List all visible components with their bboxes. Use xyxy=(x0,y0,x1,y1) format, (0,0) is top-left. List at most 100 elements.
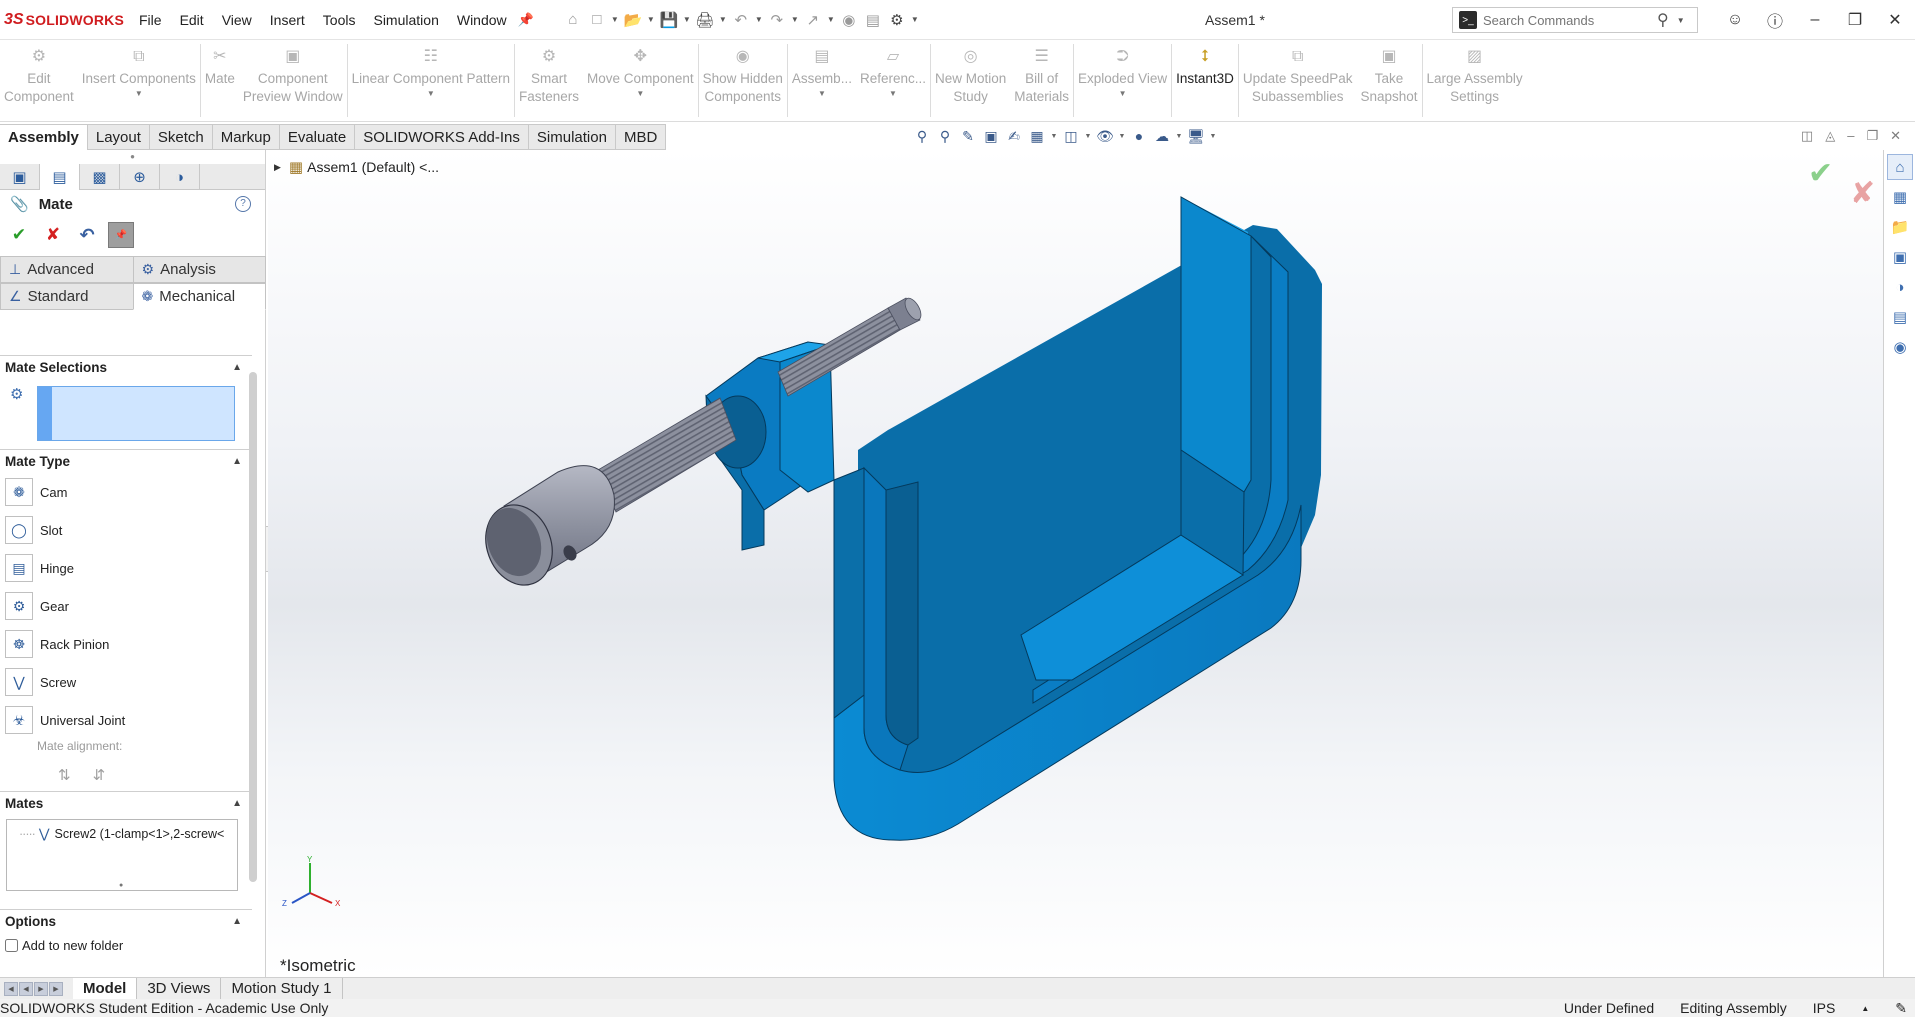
ribbon-button-instant3d[interactable]: ⭥ Instant3D xyxy=(1172,40,1238,121)
chevron-down-icon[interactable]: ▼ xyxy=(889,90,897,98)
prev-tab-arrow-icon[interactable]: ◀ xyxy=(19,981,33,996)
mate-type-rack-pinion[interactable]: ☸ Rack Pinion xyxy=(0,625,252,663)
status-units-arrow-icon[interactable]: ▲ xyxy=(1861,1004,1869,1013)
chevron-down-icon[interactable]: ▼ xyxy=(1119,90,1127,98)
ribbon-button-motion-study[interactable]: ◎ New Motion Study xyxy=(931,40,1010,121)
configuration-manager-tab-icon[interactable]: ▩ xyxy=(80,164,120,190)
ribbon-button-speedpak[interactable]: ⧉ Update SpeedPak Subassemblies xyxy=(1239,40,1357,121)
file-explorer-icon[interactable]: 📁 xyxy=(1887,214,1913,240)
panel-grip[interactable]: ● xyxy=(0,150,265,164)
ribbon-button-insert-components[interactable]: ⧉ Insert Components ▼ xyxy=(78,40,200,121)
view-settings-arrow[interactable]: ▼ xyxy=(1209,133,1217,140)
view-settings-icon[interactable]: 🖥 xyxy=(1186,126,1206,146)
viewport-prev-icon[interactable]: ◫ xyxy=(1801,128,1813,144)
appearances-icon[interactable]: ◑ xyxy=(1887,274,1913,300)
save-icon[interactable]: 💾 xyxy=(658,9,680,31)
ribbon-button-show-hidden[interactable]: ◉ Show Hidden Components xyxy=(699,40,787,121)
help-icon[interactable]: ⓘ xyxy=(1755,8,1795,32)
options-gear-icon[interactable]: ⚙ xyxy=(886,9,908,31)
aligned-icon[interactable]: ⇅ xyxy=(58,766,71,784)
undo-button[interactable]: ↶ xyxy=(74,222,100,248)
ribbon-button-preview-window[interactable]: ▣ Component Preview Window xyxy=(239,40,347,121)
mate-type-screw[interactable]: ⋁ Screw xyxy=(0,663,252,701)
mates-list[interactable]: ····· ⋁ Screw2 (1-clamp<1>,2-screw< ● xyxy=(6,819,238,891)
file-properties-icon[interactable]: ▤ xyxy=(862,9,884,31)
tab-evaluate[interactable]: Evaluate xyxy=(279,124,356,150)
menu-simulation[interactable]: Simulation xyxy=(364,12,447,28)
tab-mbd[interactable]: MBD xyxy=(615,124,667,150)
tab-analysis[interactable]: ⚙ Analysis xyxy=(132,256,266,283)
tab-standard[interactable]: ∠ Standard xyxy=(0,283,134,310)
chevron-down-icon[interactable]: ▼ xyxy=(135,90,143,98)
mate-selections-header[interactable]: Mate Selections ▲ xyxy=(0,355,252,379)
ribbon-button-bom[interactable]: ☰ Bill of Materials xyxy=(1010,40,1073,121)
options-dropdown-arrow[interactable]: ▼ xyxy=(910,15,920,24)
list-item[interactable]: ····· ⋁ Screw2 (1-clamp<1>,2-screw< xyxy=(19,826,224,842)
restore-button[interactable]: ❐ xyxy=(1835,10,1875,30)
menu-insert[interactable]: Insert xyxy=(261,12,314,28)
mate-type-cam[interactable]: ❁ Cam xyxy=(0,473,252,511)
undo-dropdown-arrow[interactable]: ▼ xyxy=(754,15,764,24)
pm-help-icon[interactable]: ? xyxy=(235,196,251,212)
search-commands-box[interactable]: >_ ⚲ ▼ xyxy=(1452,7,1698,33)
status-units[interactable]: IPS xyxy=(1813,1000,1836,1016)
menu-edit[interactable]: Edit xyxy=(171,12,213,28)
options-header[interactable]: Options ▲ xyxy=(0,909,252,933)
search-icon[interactable]: ⚲ xyxy=(1657,10,1669,30)
ribbon-button-edit-component[interactable]: ⚙ Edit Component xyxy=(0,40,78,121)
home-icon[interactable]: ⌂ xyxy=(562,9,584,31)
close-button[interactable]: ✕ xyxy=(1875,10,1915,30)
dimxpert-manager-tab-icon[interactable]: ⊕ xyxy=(120,164,160,190)
tab-simulation[interactable]: Simulation xyxy=(528,124,616,150)
viewport-next-icon[interactable]: ◬ xyxy=(1825,128,1835,144)
rebuild-icon[interactable]: ◉ xyxy=(838,9,860,31)
display-style-icon[interactable]: ◫ xyxy=(1061,126,1081,146)
solidworks-logo[interactable]: 3S SOLIDWORKS xyxy=(0,11,130,29)
chevron-down-icon[interactable]: ▼ xyxy=(636,90,644,98)
view-orientation-icon[interactable]: ▦ xyxy=(1027,126,1047,146)
hide-show-icon[interactable]: 👁 xyxy=(1095,126,1115,146)
tab-mechanical[interactable]: ❁ Mechanical xyxy=(132,283,266,310)
chevron-down-icon[interactable]: ▼ xyxy=(427,90,435,98)
ribbon-button-large-assembly[interactable]: ▨ Large Assembly Settings xyxy=(1423,40,1527,121)
mate-type-gear[interactable]: ⚙ Gear xyxy=(0,587,252,625)
ribbon-button-linear-pattern[interactable]: ☷ Linear Component Pattern ▼ xyxy=(348,40,514,121)
view-orientation-arrow[interactable]: ▼ xyxy=(1050,133,1058,140)
new-document-icon[interactable]: □ xyxy=(586,9,608,31)
tab-motion-study[interactable]: Motion Study 1 xyxy=(221,977,343,1000)
ribbon-button-move-component[interactable]: ✥ Move Component ▼ xyxy=(583,40,698,121)
scene-arrow[interactable]: ▼ xyxy=(1175,133,1183,140)
tab-advanced[interactable]: ⊥ Advanced xyxy=(0,256,134,283)
new-dropdown-arrow[interactable]: ▼ xyxy=(610,15,620,24)
view-palette-icon[interactable]: ▣ xyxy=(1887,244,1913,270)
menu-file[interactable]: File xyxy=(130,12,171,28)
mate-type-slot[interactable]: ◯ Slot xyxy=(0,511,252,549)
viewport-close-button[interactable]: ✕ xyxy=(1890,128,1901,144)
solidworks-forum-icon[interactable]: ◉ xyxy=(1887,334,1913,360)
collapse-chevron-icon[interactable]: ▲ xyxy=(232,456,242,467)
open-folder-icon[interactable]: 📂 xyxy=(622,9,644,31)
mate-type-universal-joint[interactable]: ☣ Universal Joint xyxy=(0,701,252,739)
mate-type-header[interactable]: Mate Type ▲ xyxy=(0,449,252,473)
next-tab-arrow-icon[interactable]: ▶ xyxy=(34,981,48,996)
hide-show-arrow[interactable]: ▼ xyxy=(1118,133,1126,140)
mates-header[interactable]: Mates ▲ xyxy=(0,791,252,815)
pin-icon[interactable]: 📌 xyxy=(518,12,534,28)
keep-visible-pin-button[interactable]: 📌 xyxy=(108,222,134,248)
menu-view[interactable]: View xyxy=(213,12,261,28)
edit-appearance-icon[interactable]: ● xyxy=(1129,126,1149,146)
tab-3d-views[interactable]: 3D Views xyxy=(137,977,222,1000)
search-dropdown-arrow[interactable]: ▼ xyxy=(1677,16,1685,25)
design-library-icon[interactable]: ▦ xyxy=(1887,184,1913,210)
ribbon-button-assembly-features[interactable]: ▤ Assemb... ▼ xyxy=(788,40,856,121)
entities-to-mate-box[interactable] xyxy=(37,386,235,441)
previous-view-icon[interactable]: ✎ xyxy=(958,126,978,146)
search-input[interactable] xyxy=(1483,12,1653,28)
section-view-icon[interactable]: ▣ xyxy=(981,126,1001,146)
display-style-arrow[interactable]: ▼ xyxy=(1084,133,1092,140)
viewport-restore-button[interactable]: ❐ xyxy=(1866,128,1878,144)
ribbon-button-mate[interactable]: ✂ Mate xyxy=(201,40,239,121)
undo-icon[interactable]: ↶ xyxy=(730,9,752,31)
print-dropdown-arrow[interactable]: ▼ xyxy=(718,15,728,24)
display-manager-tab-icon[interactable]: ◑ xyxy=(160,164,200,190)
